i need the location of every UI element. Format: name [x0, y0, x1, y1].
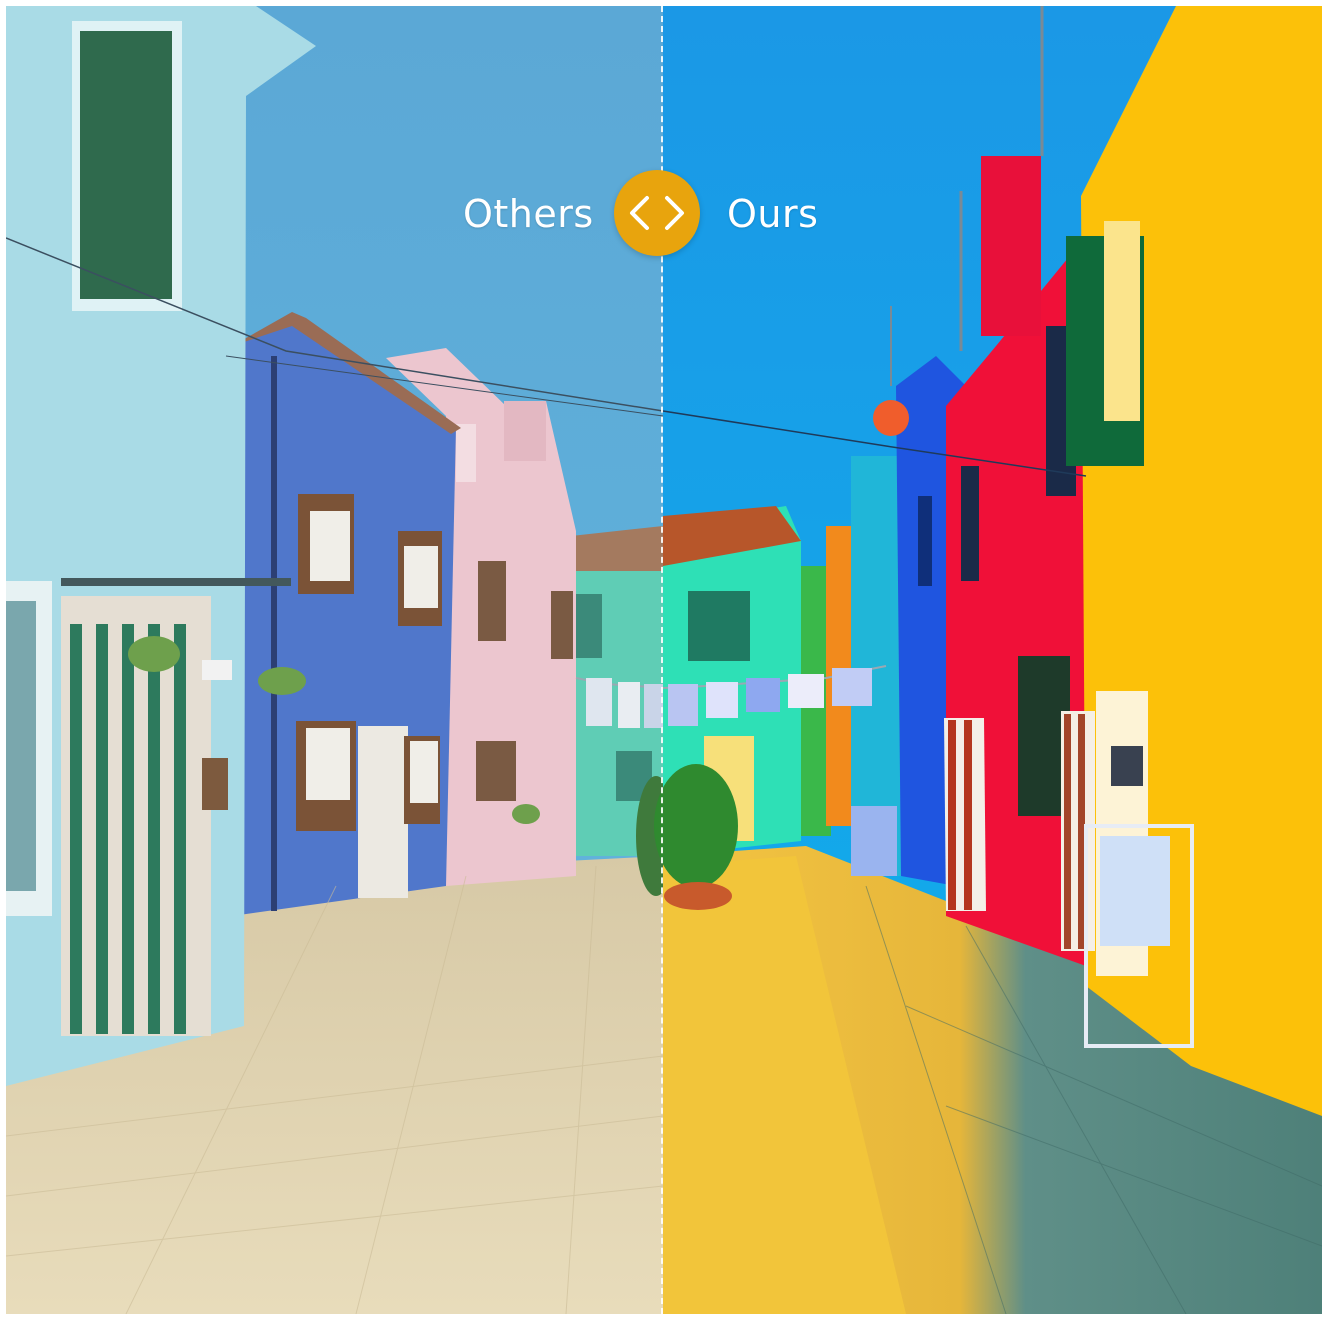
others-label: Others — [463, 192, 594, 236]
slider-handle-button[interactable] — [614, 170, 700, 256]
comparison-frame: Others Ours — [0, 0, 1328, 1319]
compare-arrows-icon — [630, 196, 684, 230]
ours-label: Ours — [727, 192, 819, 236]
